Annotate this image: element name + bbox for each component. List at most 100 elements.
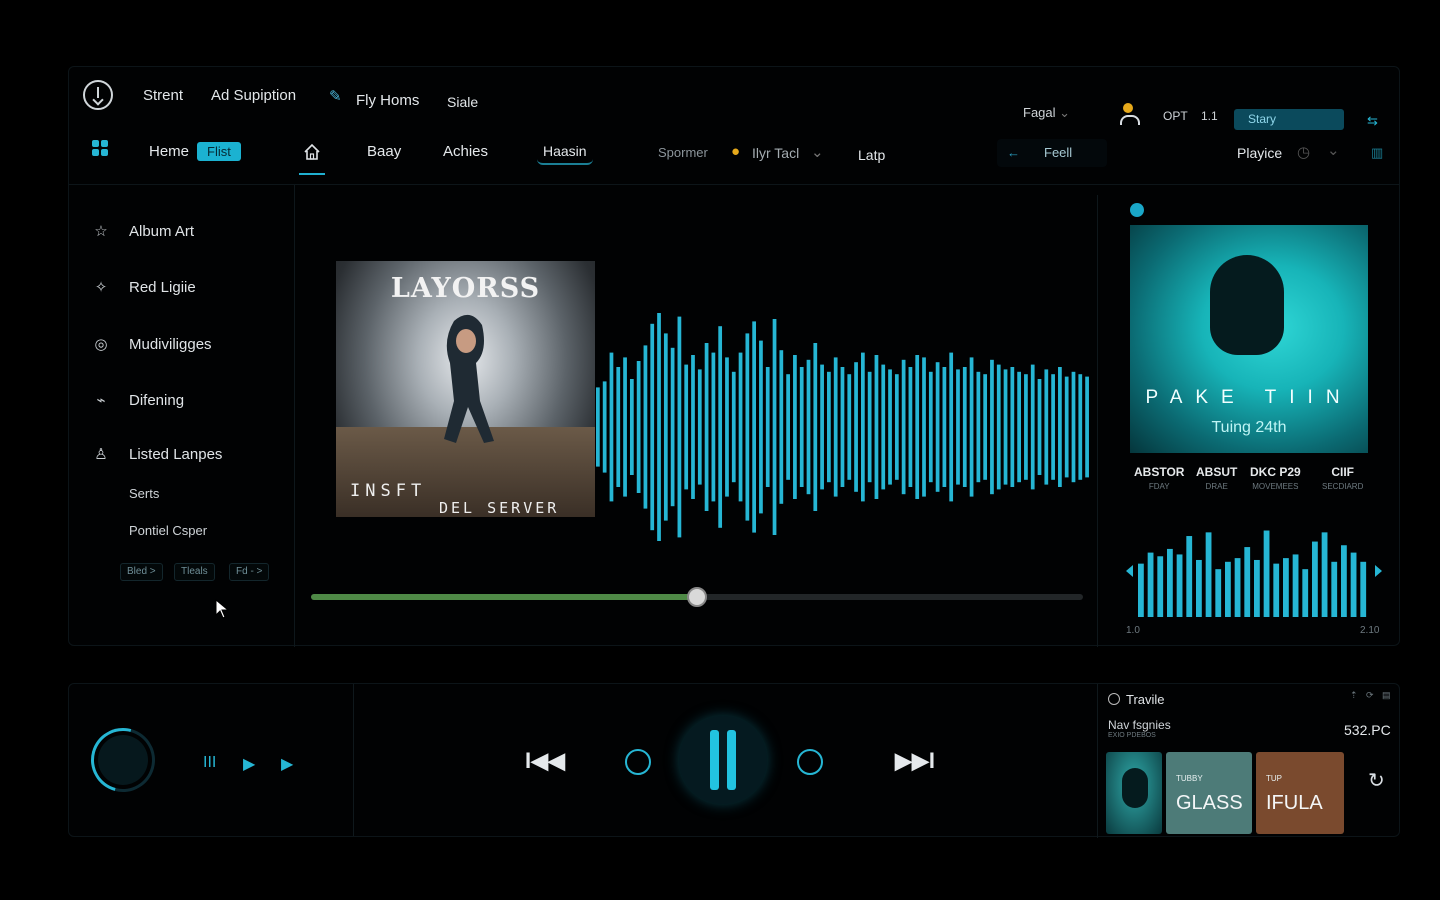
cover-figure xyxy=(1210,255,1284,355)
home-icon[interactable] xyxy=(303,143,321,161)
sidebar: ☆ Album Art ✧ Red Ligiie ◎ Mudiviligges ⌁ Di… xyxy=(69,185,295,647)
waveform-bar xyxy=(629,379,634,475)
queue-tile-glass[interactable]: TUBBY GLASS xyxy=(1166,752,1252,834)
nav-home[interactable]: Heme xyxy=(149,143,189,160)
star-outline-icon: ☆ xyxy=(94,222,108,240)
chip-fd[interactable]: Fd - > xyxy=(229,563,270,581)
menu-item-strent[interactable]: Strent xyxy=(143,87,183,104)
waveform-visualizer[interactable] xyxy=(596,307,1092,547)
waveform-bar xyxy=(990,359,994,495)
sidebar-subitem-serts[interactable]: Serts xyxy=(129,486,159,501)
waveform-bar xyxy=(806,359,811,495)
waveform-bar xyxy=(602,381,607,473)
waveform-bar xyxy=(976,371,981,483)
shuffle-button[interactable] xyxy=(625,749,651,775)
pause-button[interactable] xyxy=(679,716,767,804)
home-tab-indicator xyxy=(299,173,325,175)
queue-tile-ifula[interactable]: TUP IFULA xyxy=(1256,752,1344,834)
waveform-bar xyxy=(609,352,614,502)
tab-baay[interactable]: Baay xyxy=(367,143,401,160)
waveform-bar xyxy=(684,364,689,490)
eq-bar xyxy=(1234,558,1241,617)
waveform-bar xyxy=(711,352,716,502)
first-badge[interactable]: Flist xyxy=(197,142,241,161)
now-playing-cover[interactable]: PAKE TIIN Tuing 24th xyxy=(1130,225,1368,453)
seek-bar-handle[interactable] xyxy=(687,587,707,607)
chevron-down-icon[interactable]: ⌄ xyxy=(1327,141,1340,159)
eq-bar xyxy=(1273,563,1280,617)
eq-bar xyxy=(1312,541,1318,617)
seek-bar[interactable] xyxy=(311,587,1083,607)
waveform-bar xyxy=(643,345,648,509)
grid-icon[interactable] xyxy=(92,140,108,156)
info-icon[interactable] xyxy=(1130,203,1144,217)
source-select[interactable]: Ilyr Tacl xyxy=(752,145,799,161)
repeat-button[interactable] xyxy=(797,749,823,775)
play-small-icon[interactable]: ▶ xyxy=(243,754,255,774)
volume-dial[interactable] xyxy=(79,716,167,804)
chip-bled[interactable]: Bled > xyxy=(120,563,163,581)
tab-achies[interactable]: Achies xyxy=(443,143,488,160)
play-next-small-icon[interactable]: ▶ xyxy=(281,754,293,774)
user-icon[interactable] xyxy=(1119,103,1140,127)
chip-tleals[interactable]: Tleals xyxy=(174,563,215,581)
equalizer-visualizer[interactable] xyxy=(1126,525,1382,617)
queue-title[interactable]: Travile xyxy=(1108,692,1165,707)
waveform-bar xyxy=(738,352,743,502)
nav-bar: Heme Flist Baay Achies Haasin Spormer ● … xyxy=(69,125,1399,185)
sidebar-item-listed-lanpes[interactable]: ♙ Listed Lanpes xyxy=(93,446,222,463)
sidebar-item-red-ligiie[interactable]: ✧ Red Ligiie xyxy=(93,279,196,296)
waveform-bar xyxy=(833,357,838,497)
eq-left-arrow-icon[interactable] xyxy=(1126,565,1133,577)
waveform-bar xyxy=(772,319,777,535)
sidebar-subitem-pontiel-csper[interactable]: Pontiel Csper xyxy=(129,523,207,538)
eq-bar xyxy=(1196,559,1202,617)
queue-tile-cover[interactable] xyxy=(1106,752,1162,834)
waveform-bar xyxy=(691,355,695,499)
waveform-bar xyxy=(677,316,682,538)
waveform-bar xyxy=(894,374,899,480)
waveform-bar xyxy=(1024,374,1028,480)
chevron-down-icon[interactable]: ⌄ xyxy=(811,143,824,161)
album-art-figure xyxy=(444,314,494,443)
bars-icon[interactable]: III xyxy=(203,754,216,772)
sponsor-label: Spormer xyxy=(658,145,708,160)
eq-bar xyxy=(1147,552,1154,617)
logo-icon[interactable] xyxy=(83,80,113,110)
waveform-bar xyxy=(854,362,858,492)
library-icon[interactable]: ▥ xyxy=(1371,145,1383,161)
sidebar-item-album-art[interactable]: ☆ Album Art xyxy=(93,223,194,240)
waveform-bar xyxy=(759,340,763,514)
waveform-bar xyxy=(799,367,804,487)
tab-haasin[interactable]: Haasin xyxy=(537,139,593,165)
divider xyxy=(353,684,354,836)
waveform-bar xyxy=(922,357,926,497)
waveform-bar xyxy=(1003,369,1008,485)
playlist-select[interactable]: Playice xyxy=(1237,145,1282,161)
waveform-bar xyxy=(915,355,920,499)
next-track-button[interactable]: ▶▶I xyxy=(895,748,935,774)
language-select[interactable]: Fagal ⌄ xyxy=(1023,105,1070,121)
sidebar-item-difening[interactable]: ⌁ Difening xyxy=(93,392,184,409)
nav-lap[interactable]: Latp xyxy=(858,147,885,163)
menu-item-ad-supiption[interactable]: Ad Supiption xyxy=(211,87,296,104)
menu-item-siale[interactable]: Siale xyxy=(447,94,478,110)
pause-bar-left xyxy=(710,730,719,790)
eq-right-arrow-icon[interactable] xyxy=(1375,565,1382,577)
top-menu-bar: Strent Ad Supiption ✎ Fly Homs Siale Fag… xyxy=(69,67,1399,130)
waveform-bar xyxy=(840,367,845,487)
album-art[interactable]: LAYORSS INSFT DEL SERVER xyxy=(336,261,595,517)
upload-icon[interactable]: ⇡ xyxy=(1350,690,1358,701)
clipboard-icon[interactable]: ▤ xyxy=(1382,690,1391,701)
search-field[interactable]: ← Feell xyxy=(997,139,1107,167)
menu-item-fly-homs[interactable]: Fly Homs xyxy=(356,92,419,109)
queue-subtitle-small: EXIO PDEBOS xyxy=(1108,732,1156,739)
eq-bar xyxy=(1331,561,1338,617)
refresh-icon[interactable]: ↻ xyxy=(1368,768,1385,793)
refresh-small-icon[interactable]: ⟳ xyxy=(1366,690,1374,701)
eq-bar xyxy=(1205,532,1212,617)
sidebar-item-mudiviligges[interactable]: ◎ Mudiviligges xyxy=(93,336,211,353)
clock-icon[interactable]: ◷ xyxy=(1297,143,1310,161)
previous-track-button[interactable]: I◀◀ xyxy=(525,748,565,774)
waveform-bar xyxy=(657,313,661,541)
